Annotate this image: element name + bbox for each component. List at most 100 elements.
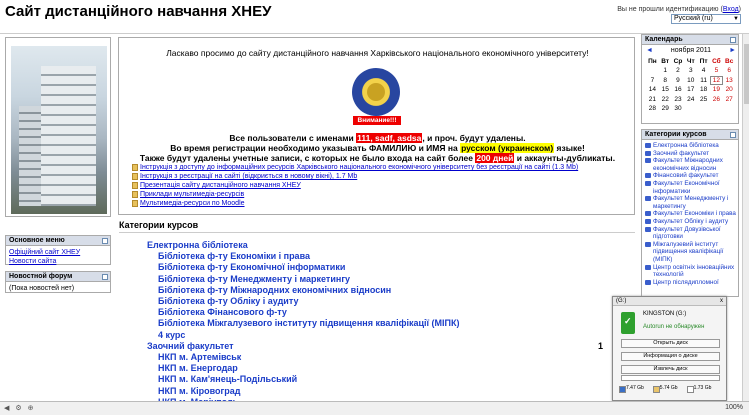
- main-menu-link-official[interactable]: Офіційний сайт ХНЕУ: [9, 249, 80, 256]
- page-scrollbar[interactable]: [742, 34, 749, 401]
- category-link[interactable]: Бібліотека ф-ту Економіки і права: [147, 251, 460, 262]
- calendar-day: [723, 104, 736, 113]
- course-category-item[interactable]: Фінансовий факультет: [645, 172, 736, 180]
- collapse-icon[interactable]: [102, 274, 108, 280]
- course-category-label: Факультет Обліку і аудиту: [653, 217, 729, 225]
- calendar-day[interactable]: 25: [697, 95, 710, 104]
- used-size: 5.74 Gb: [652, 385, 678, 393]
- calendar-day[interactable]: 28: [646, 104, 659, 113]
- eject-disk-button[interactable]: Извлечь диск: [621, 365, 720, 374]
- prev-month-icon[interactable]: ◄: [646, 46, 653, 55]
- calendar-day[interactable]: 21: [646, 95, 659, 104]
- course-category-item[interactable]: Факультет Обліку і аудиту: [645, 218, 736, 226]
- calendar-day[interactable]: 15: [659, 85, 672, 94]
- calendar-day[interactable]: 11: [697, 76, 710, 85]
- category-link[interactable]: НКП м. Кам'янець-Подільський: [147, 374, 460, 385]
- course-category-item[interactable]: Центр післядипломної: [645, 279, 736, 287]
- course-category-label: Заочний факультет: [653, 149, 710, 157]
- category-link[interactable]: Бібліотека ф-ту Міжнародних економічних …: [147, 285, 460, 296]
- course-category-item[interactable]: Факультет Міжнародних економічних віднос…: [645, 157, 736, 172]
- category-link[interactable]: НКП м. Артемівськ: [147, 352, 460, 363]
- calendar-day: [646, 66, 659, 75]
- calendar-day[interactable]: 24: [684, 95, 697, 104]
- calendar-day[interactable]: 27: [723, 95, 736, 104]
- calendar-block: Календарь ◄ ноября 2011 ► Пн Вт Ср Чт Пт Сб Вс…: [641, 34, 739, 124]
- login-link[interactable]: Вход: [723, 6, 739, 13]
- calendar-day[interactable]: 29: [659, 104, 672, 113]
- weekday-label: Вт: [661, 58, 670, 65]
- course-category-item[interactable]: Факультет Менеджменту і маркетингу: [645, 195, 736, 210]
- calendar-day[interactable]: 8: [659, 76, 672, 85]
- category-link[interactable]: Заочний факультет: [147, 341, 460, 352]
- calendar-day[interactable]: 4: [697, 66, 710, 75]
- calendar-day[interactable]: 23: [672, 95, 685, 104]
- category-link[interactable]: НКП м. Кіровоград: [147, 386, 460, 397]
- calendar-day[interactable]: 17: [684, 85, 697, 94]
- course-category-item[interactable]: Факультет Економіки і права: [645, 210, 736, 218]
- calendar-day[interactable]: 20: [723, 85, 736, 94]
- usb-device-name: KINGSTON (G:): [643, 311, 687, 317]
- settings-icon[interactable]: ⚙: [15, 404, 21, 412]
- calendar-day[interactable]: 1: [659, 66, 672, 75]
- disk-info-button[interactable]: Информация о диске: [621, 352, 720, 361]
- calendar-day[interactable]: 26: [710, 95, 723, 104]
- category-icon: [645, 279, 651, 285]
- calendar-day[interactable]: 19: [710, 85, 723, 94]
- open-disk-button[interactable]: Открыть диск: [621, 339, 720, 348]
- course-count: 1: [598, 341, 604, 351]
- calendar-day[interactable]: 14: [646, 85, 659, 94]
- calendar-day[interactable]: 16: [672, 85, 685, 94]
- calendar-day[interactable]: 12: [709, 75, 723, 86]
- category-icon: [645, 158, 651, 164]
- category-link[interactable]: Електронна бібліотека: [147, 240, 460, 251]
- main-menu-link-news[interactable]: Новости сайта: [9, 258, 56, 265]
- category-link[interactable]: Бібліотека ф-ту Менеджменту і маркетингу: [147, 274, 460, 285]
- course-category-item[interactable]: Міжгалузевий інститут підвищення кваліфі…: [645, 241, 736, 264]
- course-category-item[interactable]: Факультет Економічної інформатики: [645, 180, 736, 195]
- globe-icon[interactable]: ⊕: [28, 404, 34, 412]
- course-category-label: Факультет Економічної інформатики: [653, 179, 720, 195]
- course-category-label: Факультет Міжнародних економічних віднос…: [653, 157, 723, 172]
- language-select[interactable]: Русский (ru) ▼: [671, 14, 741, 24]
- category-link[interactable]: НКП м. Енергодар: [147, 363, 460, 374]
- calendar-day[interactable]: 2: [672, 66, 685, 75]
- collapse-icon[interactable]: [730, 37, 736, 43]
- login-text: Вы не прошли идентификацию (: [617, 6, 723, 13]
- calendar-day[interactable]: 5: [710, 66, 723, 75]
- course-categories-title: Категории курсов: [642, 130, 738, 140]
- course-category-item[interactable]: Центр освітніх інноваційних технологій: [645, 264, 736, 279]
- resource-link[interactable]: Приклади мультимедіа-ресурсів: [140, 191, 244, 198]
- zoom-level[interactable]: 100%: [725, 404, 743, 411]
- scrollbar-thumb[interactable]: [744, 44, 749, 104]
- course-category-item[interactable]: Електронна бібліотека: [645, 142, 736, 150]
- resource-link[interactable]: Презентація сайту дистанційного навчання…: [140, 182, 301, 189]
- collapse-icon[interactable]: [102, 238, 108, 244]
- resource-link[interactable]: Інструкція з реєстрації на сайті (відкри…: [140, 173, 357, 180]
- status-icon[interactable]: ◀: [4, 404, 9, 412]
- category-link[interactable]: Бібліотека ф-ту Обліку і аудиту: [147, 296, 460, 307]
- calendar-day[interactable]: 9: [672, 76, 685, 85]
- category-link[interactable]: Бібліотека Міжгалузевого інституту підви…: [147, 318, 460, 329]
- calendar-day[interactable]: 30: [672, 104, 685, 113]
- calendar-day[interactable]: 22: [659, 95, 672, 104]
- resource-link[interactable]: Мультимедіа-ресурси по Moodle: [140, 200, 245, 207]
- collapse-icon[interactable]: [730, 132, 736, 138]
- disk-stats: 7.47 Gb 5.74 Gb 1.73 Gb: [619, 385, 711, 393]
- calendar-day[interactable]: 18: [697, 85, 710, 94]
- category-link[interactable]: Бібліотека ф-ту Економічної інформатики: [147, 262, 460, 273]
- calendar-day[interactable]: 6: [723, 66, 736, 75]
- next-month-icon[interactable]: ►: [729, 46, 736, 55]
- close-icon[interactable]: x: [720, 297, 723, 306]
- calendar-day[interactable]: 3: [684, 66, 697, 75]
- category-icon: [645, 241, 651, 247]
- course-category-item[interactable]: Факультет Довузівської підготовки: [645, 226, 736, 241]
- category-link[interactable]: Бібліотека Фінансового ф-ту: [147, 307, 460, 318]
- calendar-day[interactable]: 7: [646, 76, 659, 85]
- category-link[interactable]: 4 курс: [147, 330, 460, 341]
- resource-link[interactable]: Інструкція з доступу до інформаційних ре…: [140, 164, 578, 171]
- course-category-label: Фінансовий факультет: [653, 172, 719, 180]
- calendar-day[interactable]: 10: [684, 76, 697, 85]
- resource-links: Інструкція з доступу до інформаційних ре…: [132, 163, 578, 208]
- document-icon: [132, 164, 138, 171]
- calendar-day[interactable]: 13: [723, 76, 736, 85]
